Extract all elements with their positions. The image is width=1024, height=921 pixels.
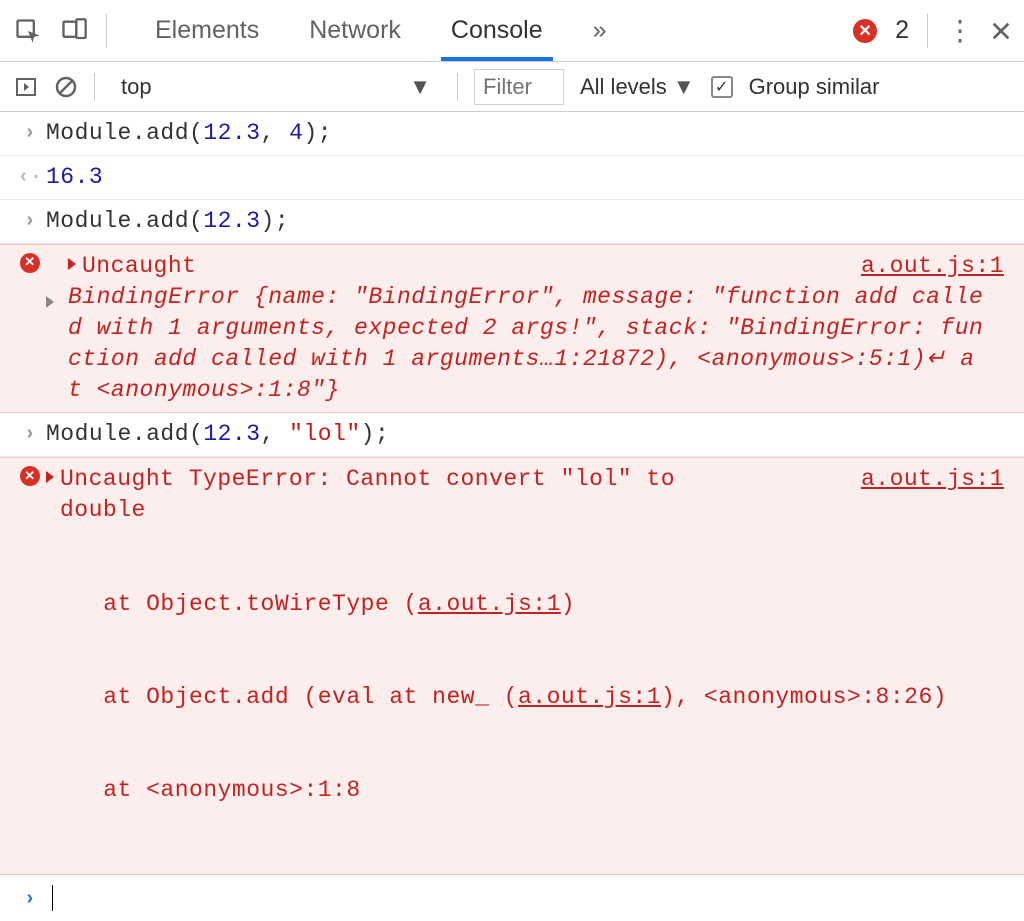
code-string: "lol" [289, 421, 361, 447]
devtools-topbar: Elements Network Console » ✕ 2 ⋮ [0, 0, 1024, 62]
console-input: Module.add(12.3, 4); [46, 118, 1004, 149]
console-input: Module.add(12.3, "lol"); [46, 419, 1004, 450]
divider [457, 73, 458, 101]
code-number: 12.3 [203, 421, 260, 447]
log-levels-selector[interactable]: All levels ▼ [580, 74, 695, 100]
console-error[interactable]: a.out.js:1 Uncaught TypeError: Cannot co… [46, 464, 1004, 868]
divider [106, 14, 107, 48]
divider [94, 73, 95, 101]
console-input-row: › Module.add(12.3); [0, 200, 1024, 244]
stack-link[interactable]: a.out.js:1 [518, 684, 661, 710]
code-number: 12.3 [203, 208, 260, 234]
filter-input[interactable] [474, 69, 564, 105]
stack-line: at Object.add (eval at new_ (a.out.js:1)… [46, 682, 1004, 713]
error-icon: ✕ [20, 253, 40, 273]
console-input-row: › Module.add(12.3, 4); [0, 112, 1024, 156]
tabs-overflow-icon[interactable]: » [589, 2, 611, 59]
stack-line: at Object.toWireType (a.out.js:1) [46, 589, 1004, 620]
expand-icon[interactable] [46, 471, 54, 483]
code-number: 4 [289, 120, 303, 146]
code-text: Module.add( [46, 421, 203, 447]
code-text: ); [261, 208, 290, 234]
code-text: Module.add( [46, 120, 203, 146]
error-body: BindingError {name: "BindingError", mess… [68, 282, 988, 406]
chevron-down-icon: ▼ [673, 74, 695, 100]
input-prompt-icon: › [24, 208, 37, 235]
clear-console-icon[interactable] [54, 75, 78, 99]
code-text: ); [303, 120, 332, 146]
input-prompt-icon: › [24, 421, 37, 448]
tab-strip: Elements Network Console » [151, 2, 611, 59]
error-head: Uncaught [82, 253, 196, 279]
close-devtools-icon[interactable] [990, 20, 1012, 42]
tab-elements[interactable]: Elements [151, 2, 263, 59]
code-text: , [261, 421, 290, 447]
inspect-icon[interactable] [14, 17, 42, 45]
console-error[interactable]: a.out.js:1 Uncaught BindingError {name: … [46, 251, 1004, 406]
error-title: Uncaught TypeError: Cannot convert "lol"… [60, 464, 750, 526]
console-toolbar: top ▼ All levels ▼ ✓ Group similar [0, 62, 1024, 112]
stack-line: at <anonymous>:1:8 [46, 775, 1004, 806]
console-input-row: › Module.add(12.3, "lol"); [0, 413, 1024, 457]
console-return-value: 16.3 [46, 162, 1004, 193]
return-prompt-icon: ‹· [17, 164, 42, 191]
console-prompt-row[interactable]: › [0, 875, 1024, 921]
group-similar-label: Group similar [749, 74, 880, 100]
group-similar-checkbox[interactable]: ✓ [711, 76, 733, 98]
levels-label: All levels [580, 74, 667, 100]
expand-icon[interactable] [46, 296, 54, 308]
console-error-row: ✕ a.out.js:1 Uncaught TypeError: Cannot … [0, 457, 1024, 875]
stack-link[interactable]: a.out.js:1 [418, 591, 561, 617]
divider [927, 14, 928, 48]
input-prompt-icon: › [24, 120, 37, 147]
text-caret [52, 885, 53, 911]
return-number: 16.3 [46, 164, 103, 190]
kebab-menu-icon[interactable]: ⋮ [946, 14, 972, 47]
input-prompt-icon: › [24, 888, 37, 911]
console-input: Module.add(12.3); [46, 206, 1004, 237]
sidebar-toggle-icon[interactable] [14, 75, 38, 99]
code-number: 12.3 [203, 120, 260, 146]
error-count: 2 [895, 16, 909, 45]
expand-icon[interactable] [68, 258, 76, 270]
code-text: , [261, 120, 290, 146]
chevron-down-icon: ▼ [409, 74, 431, 100]
error-source-link[interactable]: a.out.js:1 [861, 251, 1004, 282]
error-source-link[interactable]: a.out.js:1 [861, 464, 1004, 495]
error-icon: ✕ [20, 466, 40, 486]
error-count-icon[interactable]: ✕ [853, 19, 877, 43]
device-toggle-icon[interactable] [60, 17, 88, 45]
tab-console[interactable]: Console [447, 2, 547, 59]
console-error-row: ✕ a.out.js:1 Uncaught BindingError {name… [0, 244, 1024, 413]
console-log: › Module.add(12.3, 4); ‹· 16.3 › Module.… [0, 112, 1024, 921]
tab-network[interactable]: Network [305, 2, 405, 59]
code-text: Module.add( [46, 208, 203, 234]
context-label: top [121, 74, 152, 100]
console-return-row: ‹· 16.3 [0, 156, 1024, 200]
code-text: ); [361, 421, 390, 447]
context-selector[interactable]: top ▼ [111, 69, 441, 105]
